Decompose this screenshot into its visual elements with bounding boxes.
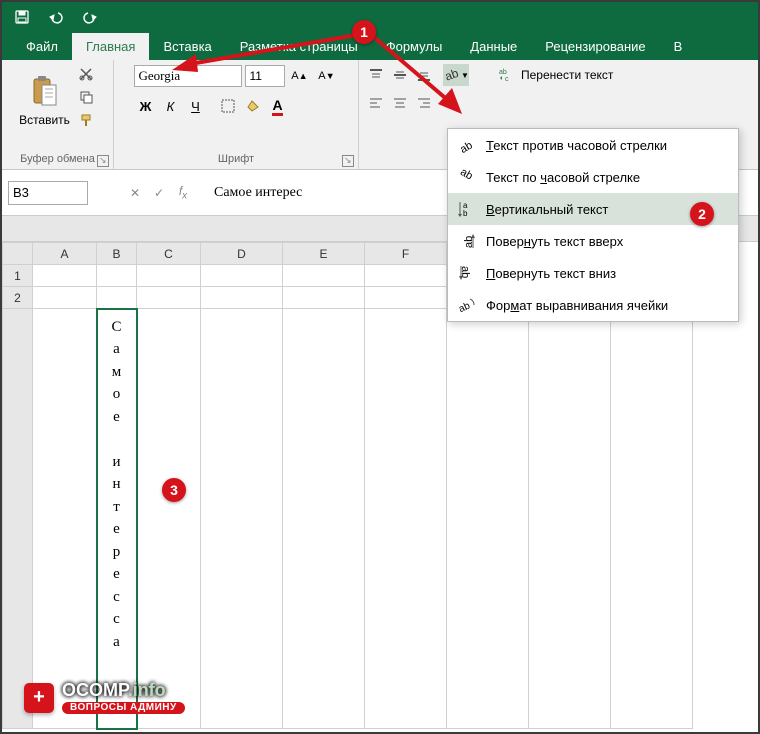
- orientation-down[interactable]: ab Повернуть текст вниз: [448, 257, 738, 289]
- tab-view[interactable]: В: [660, 33, 697, 60]
- col-header-C[interactable]: C: [137, 243, 201, 265]
- svg-text:ab: ab: [458, 168, 475, 183]
- col-header-F[interactable]: F: [365, 243, 447, 265]
- svg-text:ab: ab: [458, 139, 475, 154]
- col-header-B[interactable]: B: [97, 243, 137, 265]
- watermark: + OCOMP.info ВОПРОСЫ АДМИНУ: [24, 681, 185, 714]
- callout-1: 1: [352, 20, 376, 44]
- watermark-main: OCOMP: [62, 680, 128, 700]
- annotation-arrow-1a: [162, 22, 382, 82]
- cell-B3[interactable]: Самое интересса: [97, 309, 137, 729]
- paste-button[interactable]: Вставить: [19, 64, 71, 138]
- svg-text:b: b: [463, 209, 468, 218]
- orientation-cw[interactable]: ab Текст по часовой стрелке: [448, 161, 738, 193]
- orientation-up[interactable]: ab Повернуть текст вверх: [448, 225, 738, 257]
- col-header-E[interactable]: E: [283, 243, 365, 265]
- italic-button[interactable]: К: [159, 94, 183, 118]
- cell-B3-content: Самое интересса: [98, 316, 136, 654]
- borders-button[interactable]: [216, 94, 240, 118]
- select-all-corner[interactable]: [3, 243, 33, 265]
- font-color-button[interactable]: А: [266, 94, 290, 118]
- format-painter-button[interactable]: [75, 110, 97, 130]
- tab-home[interactable]: Главная: [72, 33, 149, 60]
- insert-function-button[interactable]: fx: [172, 182, 194, 204]
- watermark-badge: +: [24, 683, 54, 713]
- wrap-text-icon: abc: [499, 68, 515, 82]
- watermark-info: .info: [128, 680, 166, 700]
- cancel-formula-button[interactable]: ✕: [124, 182, 146, 204]
- svg-text:ab: ab: [458, 300, 472, 314]
- annotation-arrow-1b: [362, 24, 482, 124]
- col-header-A[interactable]: A: [33, 243, 97, 265]
- group-font-label: Шрифт: [218, 151, 254, 167]
- callout-3: 3: [162, 478, 186, 502]
- copy-button[interactable]: [75, 87, 97, 107]
- clipboard-dialog-launcher[interactable]: [97, 155, 109, 167]
- font-dialog-launcher[interactable]: [342, 155, 354, 167]
- row-header-3[interactable]: [3, 309, 33, 729]
- group-clipboard: Вставить Буфер обмена: [2, 60, 114, 169]
- save-button[interactable]: [10, 5, 34, 29]
- wrap-text-button[interactable]: abc Перенести текст: [493, 64, 619, 86]
- orientation-format-cells[interactable]: ab Формат выравнивания ячейки: [448, 289, 738, 321]
- group-clipboard-label: Буфер обмена: [20, 151, 95, 167]
- row-header-2[interactable]: 2: [3, 287, 33, 309]
- undo-button[interactable]: [44, 5, 68, 29]
- col-header-D[interactable]: D: [201, 243, 283, 265]
- cut-button[interactable]: [75, 64, 97, 84]
- wrap-text-label: Перенести текст: [521, 68, 613, 82]
- orientation-menu: ab Текст против часовой стрелки ab Текст…: [447, 128, 739, 322]
- tab-review[interactable]: Рецензирование: [531, 33, 659, 60]
- underline-button[interactable]: Ч: [184, 94, 208, 118]
- bold-button[interactable]: Ж: [134, 94, 158, 118]
- enter-formula-button[interactable]: ✓: [148, 182, 170, 204]
- tab-file[interactable]: Файл: [12, 33, 72, 60]
- watermark-sub: ВОПРОСЫ АДМИНУ: [62, 702, 185, 714]
- svg-text:c: c: [505, 76, 509, 82]
- orientation-ccw-label: екст против часовой стрелки: [493, 138, 667, 153]
- paste-label: Вставить: [19, 113, 70, 127]
- redo-button[interactable]: [78, 5, 102, 29]
- fill-color-button[interactable]: [241, 94, 265, 118]
- callout-2: 2: [690, 202, 714, 226]
- svg-text:ab: ab: [499, 69, 507, 76]
- name-box[interactable]: [8, 181, 88, 205]
- row-header-1[interactable]: 1: [3, 265, 33, 287]
- orientation-ccw[interactable]: ab Текст против часовой стрелки: [448, 129, 738, 161]
